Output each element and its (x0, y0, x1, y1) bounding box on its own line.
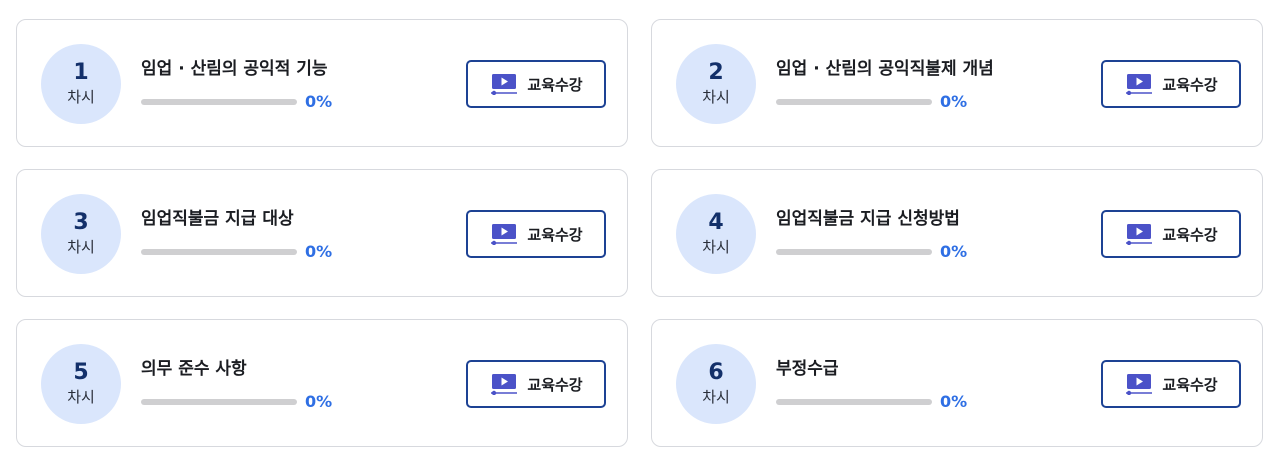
progress-bar (141, 99, 297, 105)
watch-lesson-label: 교육수강 (1162, 75, 1218, 94)
progress-bar (141, 249, 297, 255)
watch-lesson-button[interactable]: 교육수강 (466, 360, 606, 408)
watch-lesson-button[interactable]: 교육수강 (466, 60, 606, 108)
lesson-card: 6 차시 부정수급 0% 교육수강 (651, 319, 1263, 447)
progress-percent: 0% (940, 392, 968, 411)
lesson-number-badge: 4 차시 (676, 194, 756, 274)
watch-lesson-button[interactable]: 교육수강 (466, 210, 606, 258)
lesson-number: 1 (73, 60, 89, 85)
watch-lesson-label: 교육수강 (527, 375, 583, 394)
video-play-icon (491, 374, 518, 395)
lesson-number-badge: 2 차시 (676, 44, 756, 124)
watch-lesson-label: 교육수강 (1162, 225, 1218, 244)
progress-percent: 0% (940, 242, 968, 261)
lesson-grid: 1 차시 임업 · 산림의 공익적 기능 0% 교육수강 2 차시 임업 · 산… (0, 0, 1276, 458)
lesson-unit-label: 차시 (702, 88, 730, 106)
watch-lesson-button[interactable]: 교육수강 (1101, 60, 1241, 108)
lesson-title: 임업 · 산림의 공익직불제 개념 (776, 59, 994, 79)
video-play-icon (1126, 374, 1153, 395)
progress-bar (141, 399, 297, 405)
lesson-unit-label: 차시 (702, 388, 730, 406)
lesson-number-badge: 1 차시 (41, 44, 121, 124)
progress-bar (776, 249, 932, 255)
lesson-number: 5 (73, 360, 89, 385)
lesson-unit-label: 차시 (702, 238, 730, 256)
video-play-icon (491, 74, 518, 95)
lesson-card: 3 차시 임업직불금 지급 대상 0% 교육수강 (16, 169, 628, 297)
watch-lesson-button[interactable]: 교육수강 (1101, 210, 1241, 258)
lesson-number-badge: 6 차시 (676, 344, 756, 424)
progress-percent: 0% (305, 92, 333, 111)
lesson-card: 1 차시 임업 · 산림의 공익적 기능 0% 교육수강 (16, 19, 628, 147)
lesson-number: 6 (708, 360, 724, 385)
progress-bar (776, 399, 932, 405)
video-play-icon (1126, 224, 1153, 245)
lesson-title: 임업직불금 지급 대상 (141, 209, 294, 229)
lesson-unit-label: 차시 (67, 88, 95, 106)
lesson-number-badge: 3 차시 (41, 194, 121, 274)
lesson-title: 임업직불금 지급 신청방법 (776, 209, 960, 229)
progress-percent: 0% (305, 392, 333, 411)
lesson-number: 4 (708, 210, 724, 235)
watch-lesson-label: 교육수강 (527, 75, 583, 94)
video-play-icon (1126, 74, 1153, 95)
lesson-number: 2 (708, 60, 724, 85)
progress-bar (776, 99, 932, 105)
video-play-icon (491, 224, 518, 245)
lesson-title: 의무 준수 사항 (141, 359, 247, 379)
lesson-card: 5 차시 의무 준수 사항 0% 교육수강 (16, 319, 628, 447)
lesson-number-badge: 5 차시 (41, 344, 121, 424)
lesson-unit-label: 차시 (67, 388, 95, 406)
lesson-number: 3 (73, 210, 89, 235)
lesson-unit-label: 차시 (67, 238, 95, 256)
watch-lesson-label: 교육수강 (527, 225, 583, 244)
lesson-card: 4 차시 임업직불금 지급 신청방법 0% 교육수강 (651, 169, 1263, 297)
lesson-card: 2 차시 임업 · 산림의 공익직불제 개념 0% 교육수강 (651, 19, 1263, 147)
lesson-title: 임업 · 산림의 공익적 기능 (141, 59, 328, 79)
watch-lesson-label: 교육수강 (1162, 375, 1218, 394)
progress-percent: 0% (305, 242, 333, 261)
lesson-title: 부정수급 (776, 359, 839, 379)
watch-lesson-button[interactable]: 교육수강 (1101, 360, 1241, 408)
progress-percent: 0% (940, 92, 968, 111)
